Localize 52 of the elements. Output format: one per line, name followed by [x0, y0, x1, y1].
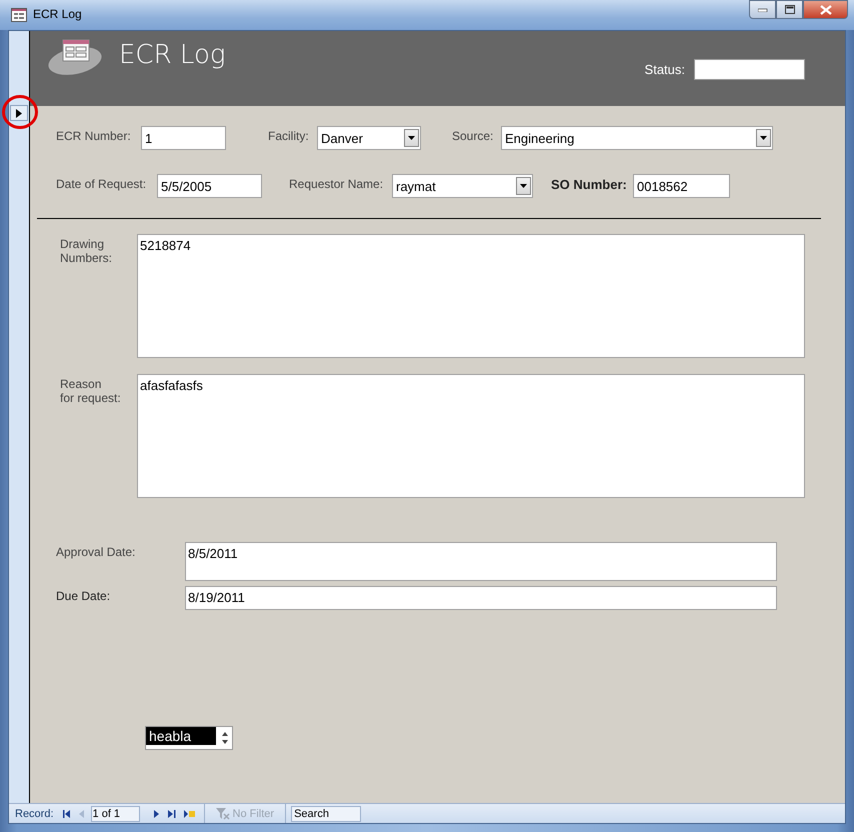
date-field[interactable]: 8/19/2011	[185, 586, 777, 610]
record-position-field[interactable]: 1 of 1	[90, 806, 140, 822]
minimize-icon	[758, 8, 768, 12]
combo-box[interactable]: raymat	[392, 174, 533, 198]
previous-icon	[78, 810, 85, 818]
spin-box[interactable]: heabla	[145, 726, 233, 750]
text-field[interactable]: 1	[141, 126, 226, 150]
text-field[interactable]: 5/5/2005	[157, 174, 262, 198]
field-label: Requestor Name:	[289, 176, 384, 191]
current-record-arrow-icon	[16, 108, 22, 118]
caret-icon	[408, 136, 415, 140]
date-field[interactable]: 8/5/2011	[185, 542, 777, 581]
field-label: Source:	[452, 128, 494, 143]
search-field[interactable]: Search	[291, 806, 362, 822]
text-field[interactable]: 0018562	[633, 174, 730, 198]
last-icon	[168, 810, 176, 818]
combo-box[interactable]: Danver	[317, 126, 421, 150]
caret-icon	[760, 136, 767, 140]
memo-field[interactable]: 5218874	[137, 234, 805, 358]
memo-field[interactable]: afasfafasfs	[137, 374, 805, 498]
form-logo-icon	[47, 37, 103, 77]
field-label: Drawing Numbers:	[60, 236, 114, 267]
maximize-button[interactable]	[776, 0, 803, 19]
close-icon	[820, 4, 832, 14]
field-label: Facility:	[268, 128, 310, 143]
dropdown-button[interactable]	[404, 129, 419, 147]
record-label: Record:	[15, 808, 54, 820]
record-selector[interactable]	[10, 105, 28, 121]
field-label: Due Date:	[56, 588, 112, 605]
filter-icon	[216, 808, 230, 820]
status-label: Status:	[644, 62, 685, 77]
field-label: Date of Request:	[56, 176, 148, 191]
form-icon	[11, 8, 27, 22]
maximize-icon	[784, 5, 794, 14]
minimize-button[interactable]	[749, 0, 776, 19]
status-field[interactable]	[694, 59, 805, 80]
next-icon	[154, 810, 160, 818]
dropdown-button[interactable]	[756, 129, 771, 147]
field-label: Approval Date:	[56, 544, 136, 561]
window-title: ECR Log	[33, 7, 82, 21]
highlight-circle	[1, 94, 39, 130]
close-button[interactable]	[803, 0, 848, 19]
field-label: ECR Number:	[56, 128, 132, 143]
spinner-arrows-icon[interactable]	[221, 730, 229, 746]
first-icon	[62, 810, 71, 818]
form-title: ECR Log	[119, 40, 226, 70]
new-record-icon	[184, 810, 195, 818]
field-label: SO Number:	[551, 176, 628, 192]
field-label: Reason for request:	[60, 376, 122, 407]
dropdown-button[interactable]	[516, 177, 531, 195]
combo-box[interactable]: Engineering	[501, 126, 773, 150]
caret-icon	[520, 184, 527, 188]
